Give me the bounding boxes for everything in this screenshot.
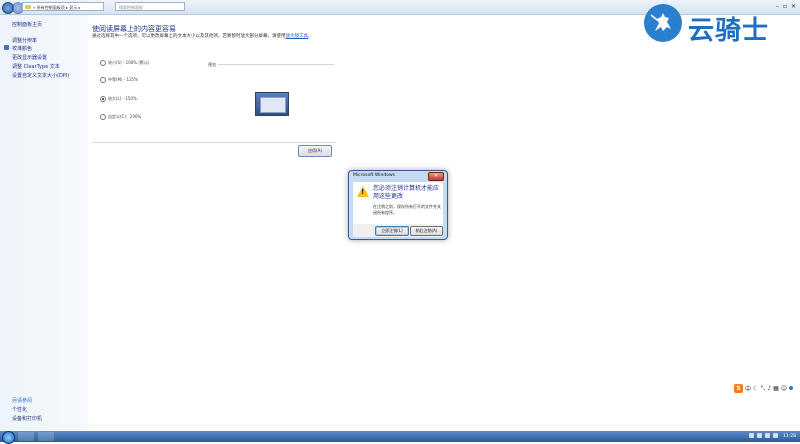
option-larger[interactable]: 较大(L) - 150% [100,96,137,102]
dialog-footer: 立即注销(L) 稍后注销(A) [353,224,443,237]
logoff-dialog: Microsoft Windows ✕ 您必须注销计算机才能应用这些更改 在注销… [348,170,448,240]
taskbar: 11:28 [0,431,800,444]
tray-network-icon[interactable] [749,433,754,438]
apply-button[interactable]: 应用(A) [298,145,332,157]
sogou-ime-icon[interactable]: S [734,383,743,393]
magnifier-link[interactable]: 放大镜工具 [286,34,309,39]
option-label: 较大(L) - 150% [108,96,137,101]
content-divider [92,142,336,143]
sidebar-item-cleartype[interactable]: 调整 ClearType 文本 [12,63,60,70]
address-bar[interactable]: « 所有控制面板项 ▸ 显示 ▸ [22,2,104,11]
search-placeholder: 搜索控制面板 [119,5,143,10]
taskbar-clock[interactable]: 11:28 [783,432,796,441]
start-button[interactable] [2,431,15,444]
moon-icon[interactable]: ☾ [753,385,758,392]
sidebar-item-dpi[interactable]: 设置自定义文本大小(DPI) [12,72,69,79]
tray-flag-icon[interactable] [765,433,770,438]
dialog-title: Microsoft Windows [353,173,395,178]
taskbar-explorer-button[interactable] [18,432,34,441]
folder-icon [25,5,31,9]
sidebar: 控制面板主页 调整分辨率 校准颜色 更改显示器设置 调整 ClearType 文… [0,15,88,431]
option-label: 较小(S) - 100% (默认) [108,60,150,65]
description-text: 通过选择其中一个选项，可以更改屏幕上的文本大小以及其他项。若要暂时放大部分屏幕，… [92,34,286,39]
user-icon[interactable]: ☺ [781,385,787,392]
dialog-body: 您必须注销计算机才能应用这些更改 在注销之前，保存所有打开的文件并关闭所有程序。 [353,182,443,224]
see-also-personalize[interactable]: 个性化 [12,406,27,413]
shield-icon [4,45,9,50]
tray-volume-icon[interactable] [757,433,762,438]
keyboard-icon[interactable]: ▦ [773,385,779,392]
tray-ime-icon[interactable] [773,433,778,438]
settings-icon[interactable] [789,386,794,390]
radio-icon[interactable] [100,114,106,120]
radio-icon[interactable] [100,77,106,83]
dialog-main-text: 您必须注销计算机才能应用这些更改 [373,185,440,200]
preview-label: 预览 [208,62,216,67]
taskbar-control-panel-button[interactable] [38,432,54,441]
preview-divider [218,64,334,65]
description-tail: 。 [308,34,313,39]
ime-mode[interactable]: 中 [745,384,751,393]
warning-icon [357,186,369,197]
preview-image [255,92,289,116]
logoff-later-button[interactable]: 稍后注销(A) [410,226,443,236]
radio-icon[interactable] [100,60,106,66]
preview-window-icon [260,97,286,113]
radio-selected-icon[interactable] [100,96,106,102]
address-path: « 所有控制面板项 ▸ 显示 ▸ [33,5,81,10]
page-description: 通过选择其中一个选项，可以更改屏幕上的文本大小以及其他项。若要暂时放大部分屏幕，… [92,33,342,40]
sidebar-item-calibrate[interactable]: 校准颜色 [12,45,32,52]
system-tray [749,433,778,438]
microphone-icon[interactable]: ♪ [767,385,771,392]
option-custom[interactable]: 自定义(C)：200% [100,114,141,120]
sidebar-home-link[interactable]: 控制面板主页 [12,21,42,28]
punctuation-icon[interactable]: °, [760,385,765,392]
option-medium[interactable]: 中等(M) - 125% [100,77,138,83]
watermark-text: 云骑士 [688,16,770,46]
knight-logo-icon [644,4,682,42]
option-label: 中等(M) - 125% [108,77,138,82]
sidebar-item-resolution[interactable]: 调整分辨率 [12,37,37,44]
ime-toolbar: S 中 ☾ °, ♪ ▦ ☺ [734,383,800,393]
option-label: 自定义(C)：200% [108,114,142,119]
search-input[interactable]: 搜索控制面板 [115,2,185,11]
sidebar-item-display-settings[interactable]: 更改显示器设置 [12,54,47,61]
dialog-close-button[interactable]: ✕ [428,172,444,181]
dialog-sub-text: 在注销之前，保存所有打开的文件并关闭所有程序。 [373,204,441,215]
see-also-devices[interactable]: 设备和打印机 [12,415,42,422]
option-smaller[interactable]: 较小(S) - 100% (默认) [100,60,149,66]
see-also-heading: 另请参阅 [12,398,33,404]
logoff-now-button[interactable]: 立即注销(L) [375,226,409,236]
watermark-logo: 云骑士 [644,4,796,48]
